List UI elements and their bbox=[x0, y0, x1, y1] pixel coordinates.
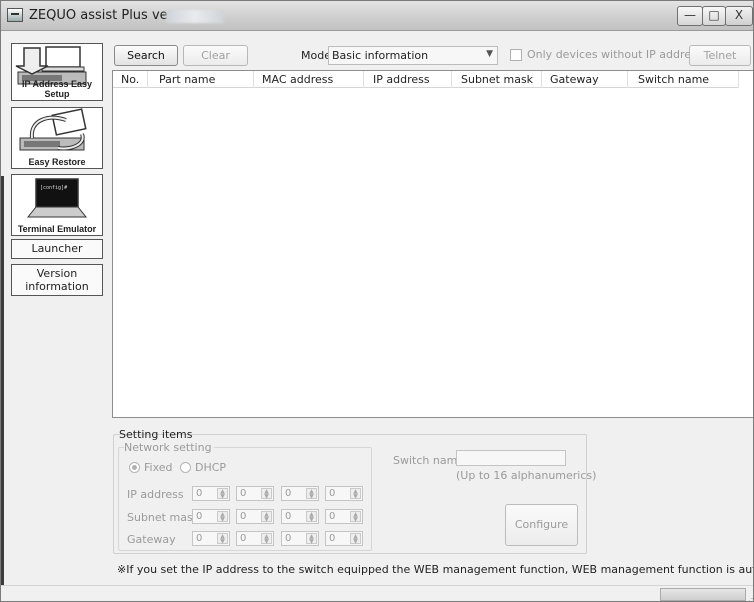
spinner-icon: ▲ ▼ bbox=[261, 533, 272, 545]
ip-octet-3[interactable]: 0 ▲ ▼ bbox=[281, 486, 319, 501]
clear-button[interactable]: Clear bbox=[183, 45, 248, 66]
column-header-ip-address[interactable]: IP address bbox=[373, 73, 430, 86]
progress-bar bbox=[660, 588, 746, 601]
switch-name-input[interactable] bbox=[456, 450, 566, 466]
gateway-octet-1[interactable]: 0 ▲ ▼ bbox=[192, 531, 230, 546]
chevron-down-icon: ▼ bbox=[486, 49, 493, 59]
spinner-icon: ▲ ▼ bbox=[261, 488, 272, 500]
subnet-octet-3[interactable]: 0 ▲ ▼ bbox=[281, 509, 319, 524]
column-divider bbox=[627, 71, 628, 88]
column-divider bbox=[147, 71, 148, 88]
mode-select-value: Basic information bbox=[332, 49, 429, 62]
footnote: ※If you set the IP address to the switch… bbox=[117, 563, 753, 576]
column-header-switch-name[interactable]: Switch name bbox=[638, 73, 709, 86]
dhcp-radio[interactable] bbox=[180, 462, 191, 473]
configure-button[interactable]: Configure bbox=[505, 504, 578, 546]
setting-items-title: Setting items bbox=[119, 428, 193, 441]
telnet-button[interactable]: Telnet bbox=[689, 45, 751, 66]
nav-restore-caption: Easy Restore bbox=[28, 157, 86, 167]
mode-label: Mode bbox=[301, 49, 331, 62]
subnet-octet-4[interactable]: 0 ▲ ▼ bbox=[325, 509, 363, 524]
subnet-octet-1[interactable]: 0 ▲ ▼ bbox=[192, 509, 230, 524]
fixed-radio[interactable] bbox=[129, 462, 140, 473]
ip-address-label: IP address bbox=[127, 488, 184, 501]
close-button[interactable]: X bbox=[725, 6, 753, 26]
table-header: No. Part name MAC address IP address Sub… bbox=[113, 71, 739, 88]
column-header-gateway[interactable]: Gateway bbox=[550, 73, 599, 86]
version-number-redacted bbox=[166, 10, 224, 23]
title-bar[interactable]: ZEQUO assist Plus ver. — □ X bbox=[1, 1, 753, 31]
ip-octet-1[interactable]: 0 ▲ ▼ bbox=[192, 486, 230, 501]
mode-select[interactable]: Basic information ▼ bbox=[328, 46, 498, 65]
spinner-icon: ▲ ▼ bbox=[350, 488, 361, 500]
column-header-no[interactable]: No. bbox=[121, 73, 139, 86]
search-button[interactable]: Search bbox=[114, 45, 178, 66]
window-edge bbox=[1, 176, 4, 601]
minimize-button[interactable]: — bbox=[677, 6, 703, 26]
gateway-octet-4[interactable]: 0 ▲ ▼ bbox=[325, 531, 363, 546]
spinner-icon: ▲ ▼ bbox=[306, 488, 317, 500]
nav-terminal-emulator[interactable]: [config]# Terminal Emulator bbox=[11, 174, 103, 236]
easy-restore-icon bbox=[12, 108, 102, 154]
ip-octet-2[interactable]: 0 ▲ ▼ bbox=[236, 486, 274, 501]
column-divider bbox=[451, 71, 452, 88]
switch-name-hint: (Up to 16 alphanumerics) bbox=[456, 469, 597, 482]
spinner-icon: ▲ ▼ bbox=[217, 533, 228, 545]
only-devices-checkbox[interactable] bbox=[510, 49, 522, 61]
column-divider bbox=[738, 71, 739, 88]
column-divider bbox=[541, 71, 542, 88]
terminal-screen-text: [config]# bbox=[40, 185, 67, 191]
only-devices-label: Only devices without IP address bbox=[527, 48, 703, 61]
resize-grip-icon[interactable]: ⋰ bbox=[748, 594, 753, 601]
window-title: ZEQUO assist Plus ver. bbox=[29, 8, 176, 23]
maximize-button[interactable]: □ bbox=[702, 6, 726, 26]
network-setting-title: Network setting bbox=[124, 441, 214, 454]
spinner-icon: ▲ ▼ bbox=[261, 511, 272, 523]
terminal-icon: [config]# bbox=[12, 175, 102, 221]
nav-ip-caption: IP Address Easy Setup bbox=[21, 79, 93, 99]
nav-easy-restore[interactable]: Easy Restore bbox=[11, 107, 103, 169]
dhcp-label: DHCP bbox=[195, 461, 227, 474]
app-window: ZEQUO assist Plus ver. — □ X IP Address … bbox=[0, 0, 754, 602]
ip-octet-4[interactable]: 0 ▲ ▼ bbox=[325, 486, 363, 501]
column-divider bbox=[363, 71, 364, 88]
gateway-octet-3[interactable]: 0 ▲ ▼ bbox=[281, 531, 319, 546]
column-header-mac-address[interactable]: MAC address bbox=[262, 73, 333, 86]
nav-terminal-caption: Terminal Emulator bbox=[17, 224, 97, 234]
gateway-octet-2[interactable]: 0 ▲ ▼ bbox=[236, 531, 274, 546]
column-header-part-name[interactable]: Part name bbox=[159, 73, 215, 86]
spinner-icon: ▲ ▼ bbox=[350, 533, 361, 545]
subnet-mask-label: Subnet mask bbox=[127, 511, 200, 524]
status-bar bbox=[1, 585, 753, 601]
fixed-label: Fixed bbox=[144, 461, 173, 474]
spinner-icon: ▲ ▼ bbox=[217, 488, 228, 500]
spinner-icon: ▲ ▼ bbox=[306, 511, 317, 523]
spinner-icon: ▲ ▼ bbox=[217, 511, 228, 523]
subnet-octet-2[interactable]: 0 ▲ ▼ bbox=[236, 509, 274, 524]
nav-ip-address-easy-setup[interactable]: IP Address Easy Setup bbox=[11, 43, 103, 101]
device-table[interactable]: No. Part name MAC address IP address Sub… bbox=[112, 70, 753, 418]
switch-name-label: Switch name bbox=[393, 454, 465, 467]
spinner-icon: ▲ ▼ bbox=[350, 511, 361, 523]
column-header-subnet-mask[interactable]: Subnet mask bbox=[461, 73, 533, 86]
app-icon bbox=[7, 8, 23, 22]
gateway-label: Gateway bbox=[127, 533, 176, 546]
column-divider bbox=[253, 71, 254, 88]
nav-launcher[interactable]: Launcher bbox=[11, 239, 103, 259]
spinner-icon: ▲ ▼ bbox=[306, 533, 317, 545]
nav-version-information[interactable]: Version information bbox=[11, 264, 103, 296]
